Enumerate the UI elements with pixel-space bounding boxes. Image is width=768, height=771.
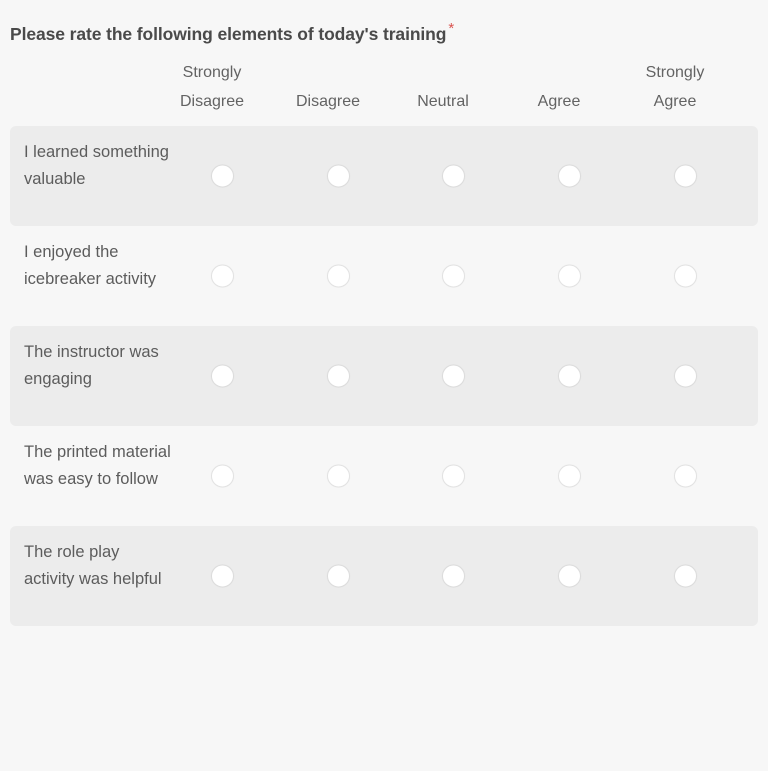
radio-cell[interactable] <box>395 364 511 388</box>
radio-cell[interactable] <box>280 264 396 288</box>
rating-matrix: Strongly Disagree Disagree Neutral Agree Stro… <box>0 58 768 626</box>
radio-cell[interactable] <box>395 564 511 588</box>
radio-cell[interactable] <box>511 564 627 588</box>
column-header-2: Neutral <box>385 87 501 116</box>
radio-button-icon[interactable] <box>441 564 465 588</box>
radio-cell[interactable] <box>164 264 280 288</box>
matrix-row-options <box>116 426 735 526</box>
matrix-row: The role play activity was helpful <box>10 526 758 626</box>
radio-cell[interactable] <box>280 364 396 388</box>
radio-button-icon[interactable] <box>326 564 350 588</box>
radio-cell[interactable] <box>511 364 627 388</box>
radio-cell[interactable] <box>511 264 627 288</box>
column-header-line: Strongly <box>182 64 242 81</box>
radio-button-icon[interactable] <box>557 264 581 288</box>
radio-button-icon[interactable] <box>673 264 697 288</box>
column-header-4: Strongly Agree <box>617 58 733 116</box>
radio-button-icon[interactable] <box>326 464 350 488</box>
radio-cell[interactable] <box>627 464 743 488</box>
radio-button-icon[interactable] <box>326 264 350 288</box>
radio-cell[interactable] <box>395 464 511 488</box>
radio-button-icon[interactable] <box>326 364 350 388</box>
matrix-row-inner: I enjoyed the icebreaker activity <box>10 226 735 326</box>
matrix-row: The instructor was engaging <box>10 326 758 426</box>
required-asterisk: * <box>448 20 455 37</box>
radio-button-icon[interactable] <box>210 464 234 488</box>
radio-cell[interactable] <box>511 164 627 188</box>
radio-button-icon[interactable] <box>210 164 234 188</box>
radio-button-icon[interactable] <box>210 364 234 388</box>
column-header-1: Disagree <box>270 87 386 116</box>
radio-cell[interactable] <box>164 364 280 388</box>
radio-button-icon[interactable] <box>673 564 697 588</box>
matrix-column-headers: Strongly Disagree Disagree Neutral Agree Stro… <box>0 58 768 126</box>
radio-cell[interactable] <box>395 264 511 288</box>
radio-cell[interactable] <box>164 164 280 188</box>
survey-page: Please rate the following elements of to… <box>0 0 768 771</box>
radio-cell[interactable] <box>627 164 743 188</box>
matrix-row-options <box>116 226 735 326</box>
radio-cell[interactable] <box>627 264 743 288</box>
radio-cell[interactable] <box>280 464 396 488</box>
column-header-line: Disagree <box>179 93 245 110</box>
matrix-row: I enjoyed the icebreaker activity <box>10 226 758 326</box>
radio-button-icon[interactable] <box>557 364 581 388</box>
radio-button-icon[interactable] <box>557 564 581 588</box>
radio-button-icon[interactable] <box>210 564 234 588</box>
radio-button-icon[interactable] <box>441 464 465 488</box>
radio-button-icon[interactable] <box>557 464 581 488</box>
column-header-3: Agree <box>501 87 617 116</box>
radio-button-icon[interactable] <box>326 164 350 188</box>
matrix-row-inner: The printed material was easy to follow <box>10 426 735 526</box>
radio-button-icon[interactable] <box>673 364 697 388</box>
radio-button-icon[interactable] <box>673 164 697 188</box>
matrix-row-options <box>116 526 735 626</box>
radio-cell[interactable] <box>395 164 511 188</box>
matrix-row: The printed material was easy to follow <box>10 426 758 526</box>
radio-cell[interactable] <box>164 464 280 488</box>
matrix-row-options <box>116 326 735 426</box>
matrix-row-inner: The instructor was engaging <box>10 326 735 426</box>
radio-button-icon[interactable] <box>210 264 234 288</box>
matrix-row-list: I learned something valuable I enjoyed th… <box>0 126 768 626</box>
matrix-row-options <box>116 126 735 226</box>
column-header-line: Disagree <box>295 93 361 110</box>
column-header-line: Neutral <box>417 93 469 110</box>
radio-cell[interactable] <box>280 564 396 588</box>
column-header-0: Strongly Disagree <box>154 58 270 116</box>
column-header-line: Agree <box>653 93 697 110</box>
matrix-row-inner: The role play activity was helpful <box>10 526 735 626</box>
radio-cell[interactable] <box>280 164 396 188</box>
radio-button-icon[interactable] <box>441 364 465 388</box>
question-title-text: Please rate the following elements of to… <box>10 23 447 44</box>
radio-cell[interactable] <box>627 564 743 588</box>
radio-button-icon[interactable] <box>673 464 697 488</box>
radio-cell[interactable] <box>164 564 280 588</box>
column-header-line: Agree <box>537 93 581 110</box>
matrix-row-inner: I learned something valuable <box>10 126 735 226</box>
radio-button-icon[interactable] <box>441 164 465 188</box>
column-header-line: Strongly <box>645 64 705 81</box>
radio-button-icon[interactable] <box>557 164 581 188</box>
radio-cell[interactable] <box>627 364 743 388</box>
radio-cell[interactable] <box>511 464 627 488</box>
radio-button-icon[interactable] <box>441 264 465 288</box>
matrix-row: I learned something valuable <box>10 126 758 226</box>
question-title: Please rate the following elements of to… <box>10 17 454 46</box>
